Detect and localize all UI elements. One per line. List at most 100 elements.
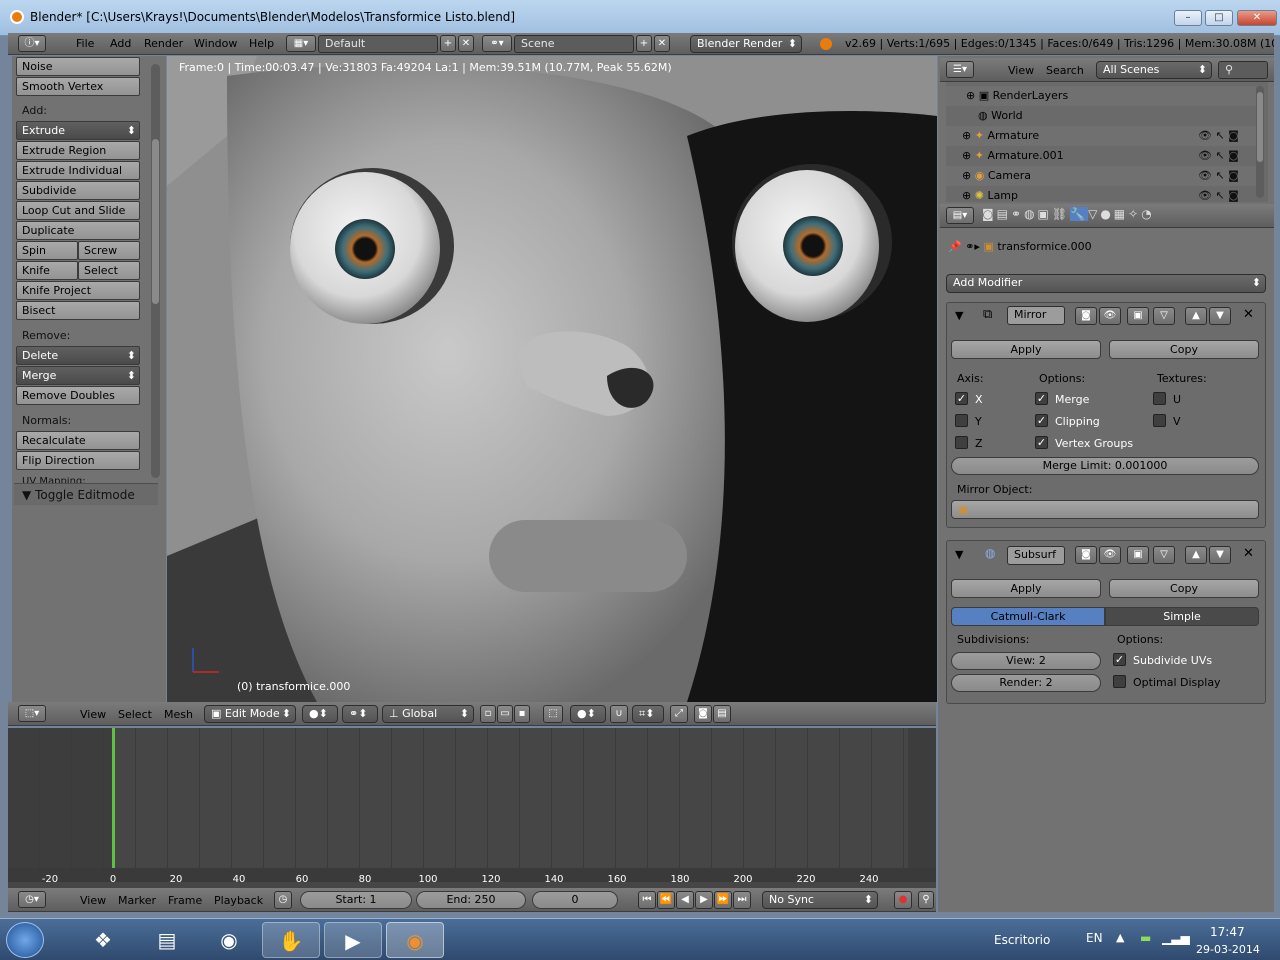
language-indicator[interactable]: EN — [1086, 931, 1103, 945]
preview-range-icon[interactable]: ◷ — [274, 891, 292, 909]
constraints-tab-icon[interactable]: ⛓ — [1052, 207, 1070, 221]
scene-tab-icon[interactable]: ⚭ — [1011, 207, 1024, 221]
layers-tab-icon[interactable]: ▤ — [997, 207, 1011, 221]
material-tab-icon[interactable]: ● — [1100, 207, 1113, 221]
merge-checkbox[interactable]: ✓ — [1035, 392, 1048, 405]
view-levels-field[interactable]: View: 2 — [951, 652, 1101, 670]
spin-button[interactable]: Spin — [16, 241, 78, 260]
magnet-icon[interactable]: ∪ — [610, 705, 628, 723]
mirror-object-field[interactable]: ▣ — [951, 500, 1259, 519]
collapse-triangle-icon[interactable]: ▼ — [955, 309, 963, 322]
signal-icon[interactable]: ▁▃▅ — [1162, 931, 1190, 945]
physics-tab-icon[interactable]: ◔ — [1141, 207, 1154, 221]
menu-view[interactable]: View — [80, 894, 106, 907]
collapse-triangle-icon[interactable]: ▼ — [955, 548, 963, 561]
move-down-icon[interactable]: ▼ — [1209, 307, 1231, 325]
render-levels-field[interactable]: Render: 2 — [951, 674, 1101, 692]
network-icon[interactable]: ▬ — [1140, 931, 1151, 945]
expand-icon[interactable]: ⊕ — [962, 169, 971, 182]
taskbar-blender-icon[interactable]: ◉ — [386, 922, 444, 958]
timeline-area[interactable]: -20 0 20 40 60 80 100 120 140 160 180 200 220 240 — [8, 728, 936, 888]
proportional-dropdown[interactable]: ●⬍ — [570, 705, 606, 723]
render-anim-icon[interactable]: ▤ — [713, 705, 731, 723]
loop-cut-button[interactable]: Loop Cut and Slide — [16, 201, 140, 220]
optimal-display-checkbox[interactable] — [1113, 675, 1126, 688]
extrude-individual-button[interactable]: Extrude Individual — [16, 161, 140, 180]
merge-button[interactable]: Merge ⬍ — [16, 366, 140, 385]
knife-project-button[interactable]: Knife Project — [16, 281, 140, 300]
texture-tab-icon[interactable]: ▦ — [1114, 207, 1128, 221]
taskbar-chrome-icon[interactable]: ◉ — [200, 922, 258, 958]
remove-doubles-button[interactable]: Remove Doubles — [16, 386, 140, 405]
add-modifier-dropdown[interactable]: Add Modifier ⬍ — [946, 274, 1266, 293]
minimize-button[interactable]: – — [1174, 10, 1202, 26]
duplicate-button[interactable]: Duplicate — [16, 221, 140, 240]
scene-icon[interactable]: ⚭▾ — [482, 35, 512, 52]
merge-limit-field[interactable]: Merge Limit: 0.001000 — [951, 457, 1259, 475]
layout-add-icon[interactable]: + — [440, 35, 456, 52]
screw-button[interactable]: Screw — [78, 241, 140, 260]
editor-type-button[interactable]: ◷▾ — [18, 891, 46, 908]
knife-button[interactable]: Knife — [16, 261, 78, 280]
subdivide-uvs-checkbox[interactable]: ✓ — [1113, 653, 1126, 666]
outliner[interactable]: ⊕ ▣ RenderLayers ◍ World ⊕ ✦ Armature ⊕ … — [946, 82, 1268, 202]
end-frame-field[interactable]: End: 250 — [416, 891, 526, 909]
scene-field[interactable]: Scene — [514, 35, 634, 53]
start-button[interactable] — [6, 922, 44, 958]
move-up-icon[interactable]: ▲ — [1185, 307, 1207, 325]
editor-type-button[interactable]: ☰▾ — [946, 61, 974, 78]
axis-z-checkbox[interactable] — [955, 436, 968, 449]
expand-icon[interactable]: ⊕ — [962, 189, 971, 202]
start-frame-field[interactable]: Start: 1 — [300, 891, 412, 909]
world-tab-icon[interactable]: ◍ — [1024, 207, 1037, 221]
pin-icon[interactable]: 📌 — [948, 240, 962, 253]
menu-frame[interactable]: Frame — [168, 894, 202, 907]
subsurf-apply-button[interactable]: Apply — [951, 579, 1101, 598]
extrude-button[interactable]: Extrude ⬍ — [16, 121, 140, 140]
scrollbar-thumb[interactable] — [152, 139, 159, 304]
sync-dropdown[interactable]: No Sync ⬍ — [762, 891, 878, 909]
current-frame-line[interactable] — [112, 728, 115, 868]
particles-tab-icon[interactable]: ✧ — [1128, 207, 1141, 221]
viewport-toggle-icon[interactable]: 👁 — [1099, 546, 1121, 564]
toggle-editmode-panel[interactable]: ▼ Toggle Editmode — [14, 483, 158, 505]
limit-selection-icon[interactable]: ⬚ — [543, 705, 563, 723]
subsurf-name-field[interactable]: Subsurf — [1007, 546, 1065, 565]
menu-mesh[interactable]: Mesh — [164, 708, 193, 721]
mode-dropdown[interactable]: ▣ Edit Mode ⬍ — [204, 705, 296, 723]
bisect-button[interactable]: Bisect — [16, 301, 140, 320]
jump-end-icon[interactable]: ⏭ — [733, 891, 751, 909]
layout-remove-icon[interactable]: ✕ — [458, 35, 474, 52]
menu-view[interactable]: View — [1008, 64, 1034, 77]
editor-type-button[interactable]: ⓘ▾ — [18, 35, 46, 52]
smooth-vertex-button[interactable]: Smooth Vertex — [16, 77, 140, 96]
subdivide-button[interactable]: Subdivide — [16, 181, 140, 200]
noise-button[interactable]: Noise — [16, 57, 140, 76]
record-icon[interactable]: ● — [894, 891, 912, 909]
editor-type-button[interactable]: ⬚▾ — [18, 705, 46, 722]
mirror-apply-button[interactable]: Apply — [951, 340, 1101, 359]
jump-key-back-icon[interactable]: ⏪ — [657, 891, 675, 909]
clock-date[interactable]: 29-03-2014 — [1196, 943, 1260, 956]
extrude-region-button[interactable]: Extrude Region — [16, 141, 140, 160]
jump-start-icon[interactable]: ⏮ — [638, 891, 656, 909]
menu-window[interactable]: Window — [194, 37, 237, 50]
remove-modifier-icon[interactable]: ✕ — [1243, 546, 1254, 561]
cage-toggle-icon[interactable]: ▽ — [1153, 546, 1175, 564]
menu-view[interactable]: View — [80, 708, 106, 721]
move-up-icon[interactable]: ▲ — [1185, 546, 1207, 564]
expand-icon[interactable]: ⊕ — [962, 149, 971, 162]
taskbar-virtualbox-icon[interactable]: ❖ — [74, 922, 132, 958]
outliner-row-world[interactable]: ◍ World — [946, 106, 1256, 126]
menu-add[interactable]: Add — [110, 37, 131, 50]
taskbar-explorer-icon[interactable]: ▤ — [138, 922, 196, 958]
menu-select[interactable]: Select — [118, 708, 152, 721]
outliner-scrollbar[interactable] — [1256, 86, 1264, 198]
jump-key-forward-icon[interactable]: ⏩ — [714, 891, 732, 909]
viewport-toggle-icon[interactable]: 👁 — [1099, 307, 1121, 325]
edge-select-icon[interactable]: ▭ — [497, 705, 513, 723]
subsurf-copy-button[interactable]: Copy — [1109, 579, 1259, 598]
render-engine-dropdown[interactable]: Blender Render ⬍ — [690, 35, 802, 53]
desktop-label[interactable]: Escritorio — [994, 933, 1050, 947]
outliner-row-renderlayers[interactable]: ⊕ ▣ RenderLayers — [946, 86, 1256, 106]
